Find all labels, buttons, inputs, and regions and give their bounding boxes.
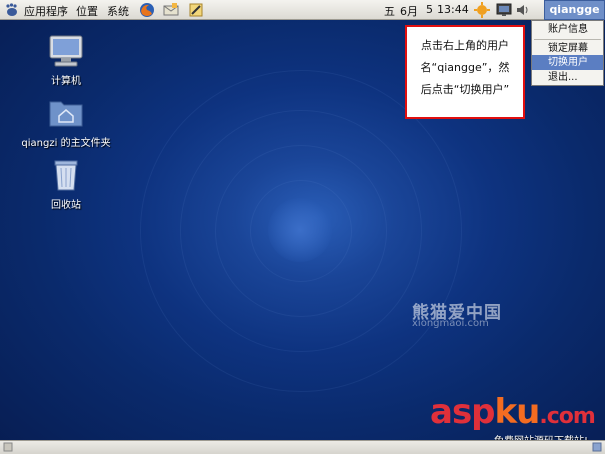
clock-day[interactable]: 五 <box>384 3 395 19</box>
gnome-foot-icon[interactable] <box>4 2 20 18</box>
aspku-logo: aspku.com <box>430 392 596 432</box>
clock-time[interactable]: 13:44 <box>437 3 469 16</box>
firefox-icon[interactable] <box>139 2 155 18</box>
desktop-icon-computer[interactable]: 计算机 <box>40 34 92 87</box>
top-panel: 应用程序 位置 系统 五 6月 5 13:44 qiangge <box>0 0 605 20</box>
desktop-icon-home-folder[interactable]: qiangzi 的主文件夹 <box>20 96 112 149</box>
callout-line-1: 点击右上角的用户 <box>421 39 509 52</box>
menu-item-logout[interactable]: 退出... <box>532 70 603 85</box>
bottom-panel <box>0 440 605 454</box>
center-glow <box>268 198 332 262</box>
menu-separator <box>534 39 601 40</box>
trash-icon <box>54 160 78 191</box>
user-menu: 账户信息 锁定屏幕 切换用户 退出... <box>531 20 604 86</box>
menu-applications[interactable]: 应用程序 <box>24 3 68 19</box>
clock-date[interactable]: 5 <box>426 3 433 16</box>
logo-part-3: .com <box>539 404 595 429</box>
instruction-callout: 点击右上角的用户 名“qiangge”，然 后点击“切换用户” <box>405 25 525 119</box>
user-switcher-button[interactable]: qiangge <box>544 0 605 20</box>
menu-item-switch-user[interactable]: 切换用户 <box>532 55 603 70</box>
home-folder-icon <box>49 101 83 127</box>
menu-item-lock-screen[interactable]: 锁定屏幕 <box>532 41 603 56</box>
desktop-icon-trash[interactable]: 回收站 <box>40 158 92 211</box>
volume-icon[interactable] <box>515 2 531 18</box>
menu-system[interactable]: 系统 <box>107 3 129 19</box>
desktop-icon-label: 计算机 <box>51 76 81 87</box>
workspace-switcher-icon[interactable] <box>592 442 602 452</box>
display-icon[interactable] <box>496 2 512 18</box>
text-editor-icon[interactable] <box>188 2 204 18</box>
clock-month[interactable]: 6月 <box>400 3 418 19</box>
show-desktop-icon[interactable] <box>3 442 13 452</box>
callout-line-3: 后点击“切换用户” <box>420 83 510 96</box>
menu-places[interactable]: 位置 <box>76 3 98 19</box>
mail-icon[interactable] <box>163 2 179 18</box>
desktop-icon-label: 回收站 <box>51 200 81 211</box>
callout-line-2: 名“qiangge”，然 <box>420 61 510 74</box>
logo-part-1: asp <box>430 392 496 432</box>
watermark-en: xiongmaoi.com <box>412 318 489 329</box>
update-icon[interactable] <box>474 2 490 18</box>
computer-icon <box>49 35 83 67</box>
logo-part-2: ku <box>494 392 541 432</box>
menu-item-account-info[interactable]: 账户信息 <box>532 22 603 37</box>
desktop-icon-label: qiangzi 的主文件夹 <box>21 138 111 149</box>
